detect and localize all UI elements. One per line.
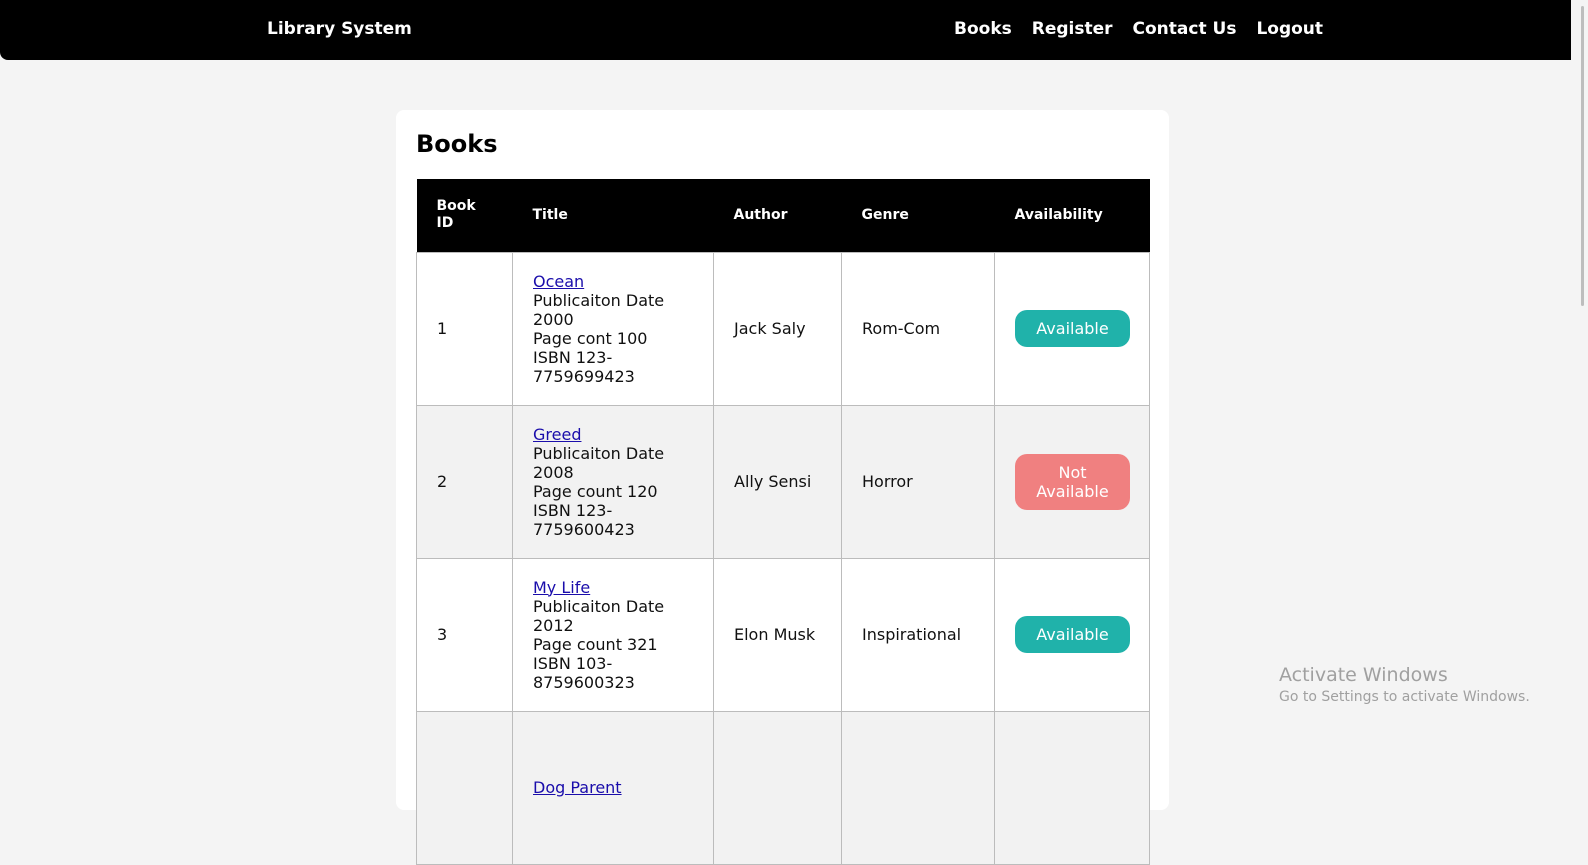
book-title-link[interactable]: Ocean — [533, 272, 584, 291]
availability-badge[interactable]: Available — [1015, 616, 1130, 653]
book-title-cell: My Life Publicaiton Date 2012 Page count 3… — [512, 557, 714, 712]
book-author-cell — [713, 710, 842, 865]
book-availability-cell — [994, 710, 1150, 865]
column-header-genre: Genre — [841, 179, 995, 252]
table-row: Dog Parent — [416, 710, 1150, 865]
book-author-cell: Ally Sensi — [713, 404, 842, 559]
book-detail-line: Publicaiton Date 2012 — [533, 596, 665, 635]
activate-windows-watermark: Activate Windows Go to Settings to activ… — [1279, 664, 1530, 706]
book-title-cell: Ocean Publicaiton Date 2000 Page cont 100 I… — [512, 251, 714, 406]
top-navbar: Library System Books Register Contact Us… — [0, 0, 1584, 60]
book-detail-line: Publicaiton Date 2008 — [533, 443, 665, 482]
book-detail-line: Page cont 100 — [533, 328, 648, 348]
book-availability-cell: Available — [994, 557, 1150, 712]
book-detail-line: Publicaiton Date 2000 — [533, 290, 665, 329]
nav-link-logout[interactable]: Logout — [1256, 19, 1323, 39]
book-genre-cell: Horror — [841, 404, 995, 559]
table-row: 2 Greed Publicaiton Date 2008 Page count 12… — [416, 404, 1150, 559]
books-card: Books Book ID Title Author Genre Availab… — [396, 110, 1169, 865]
table-row: 1 Ocean Publicaiton Date 2000 Page cont 100… — [416, 251, 1150, 406]
nav-link-books[interactable]: Books — [954, 19, 1012, 39]
book-availability-cell: Not Available — [994, 404, 1150, 559]
table-row: 3 My Life Publicaiton Date 2012 Page count … — [416, 557, 1150, 712]
book-availability-cell: Available — [994, 251, 1150, 406]
availability-badge[interactable]: Not Available — [1015, 453, 1130, 510]
book-detail-line: ISBN 103-8759600323 — [533, 653, 635, 692]
nav-link-contact-us[interactable]: Contact Us — [1133, 19, 1237, 39]
column-header-author: Author — [713, 179, 842, 252]
book-title-cell: Dog Parent — [512, 710, 714, 865]
book-genre-cell: Inspirational — [841, 557, 995, 712]
book-title-link[interactable]: Greed — [533, 425, 581, 444]
page-title: Books — [416, 130, 498, 158]
book-title-link[interactable]: My Life — [533, 578, 590, 597]
column-header-availability: Availability — [994, 179, 1150, 252]
book-detail-line: Page count 120 — [533, 481, 658, 501]
book-author-cell: Elon Musk — [713, 557, 842, 712]
nav-links: Books Register Contact Us Logout — [954, 19, 1323, 39]
book-genre-cell — [841, 710, 995, 865]
column-header-book-id: Book ID — [416, 179, 513, 252]
book-id-cell: 2 — [416, 404, 513, 559]
book-id-cell: 3 — [416, 557, 513, 712]
book-author-cell: Jack Saly — [713, 251, 842, 406]
book-detail-line: Page count 321 — [533, 634, 658, 654]
books-table: Book ID Title Author Genre Availability … — [416, 179, 1150, 865]
book-title-cell: Greed Publicaiton Date 2008 Page count 120… — [512, 404, 714, 559]
page-scrollbar[interactable] — [1571, 0, 1588, 753]
book-detail-line: ISBN 123-7759699423 — [533, 347, 635, 386]
availability-badge[interactable]: Available — [1015, 310, 1130, 347]
watermark-title: Activate Windows — [1279, 664, 1448, 686]
book-id-cell: 1 — [416, 251, 513, 406]
table-header-row: Book ID Title Author Genre Availability — [416, 179, 1150, 252]
nav-link-register[interactable]: Register — [1032, 19, 1113, 39]
book-genre-cell: Rom-Com — [841, 251, 995, 406]
book-id-cell — [416, 710, 513, 865]
books-table-body: 1 Ocean Publicaiton Date 2000 Page cont 100… — [416, 251, 1150, 865]
scrollbar-thumb[interactable] — [1581, 6, 1584, 306]
book-detail-line: ISBN 123-7759600423 — [533, 500, 635, 539]
brand-title[interactable]: Library System — [267, 19, 412, 39]
column-header-title: Title — [512, 179, 714, 252]
watermark-subtitle: Go to Settings to activate Windows. — [1279, 689, 1530, 705]
book-title-link[interactable]: Dog Parent — [533, 778, 622, 797]
